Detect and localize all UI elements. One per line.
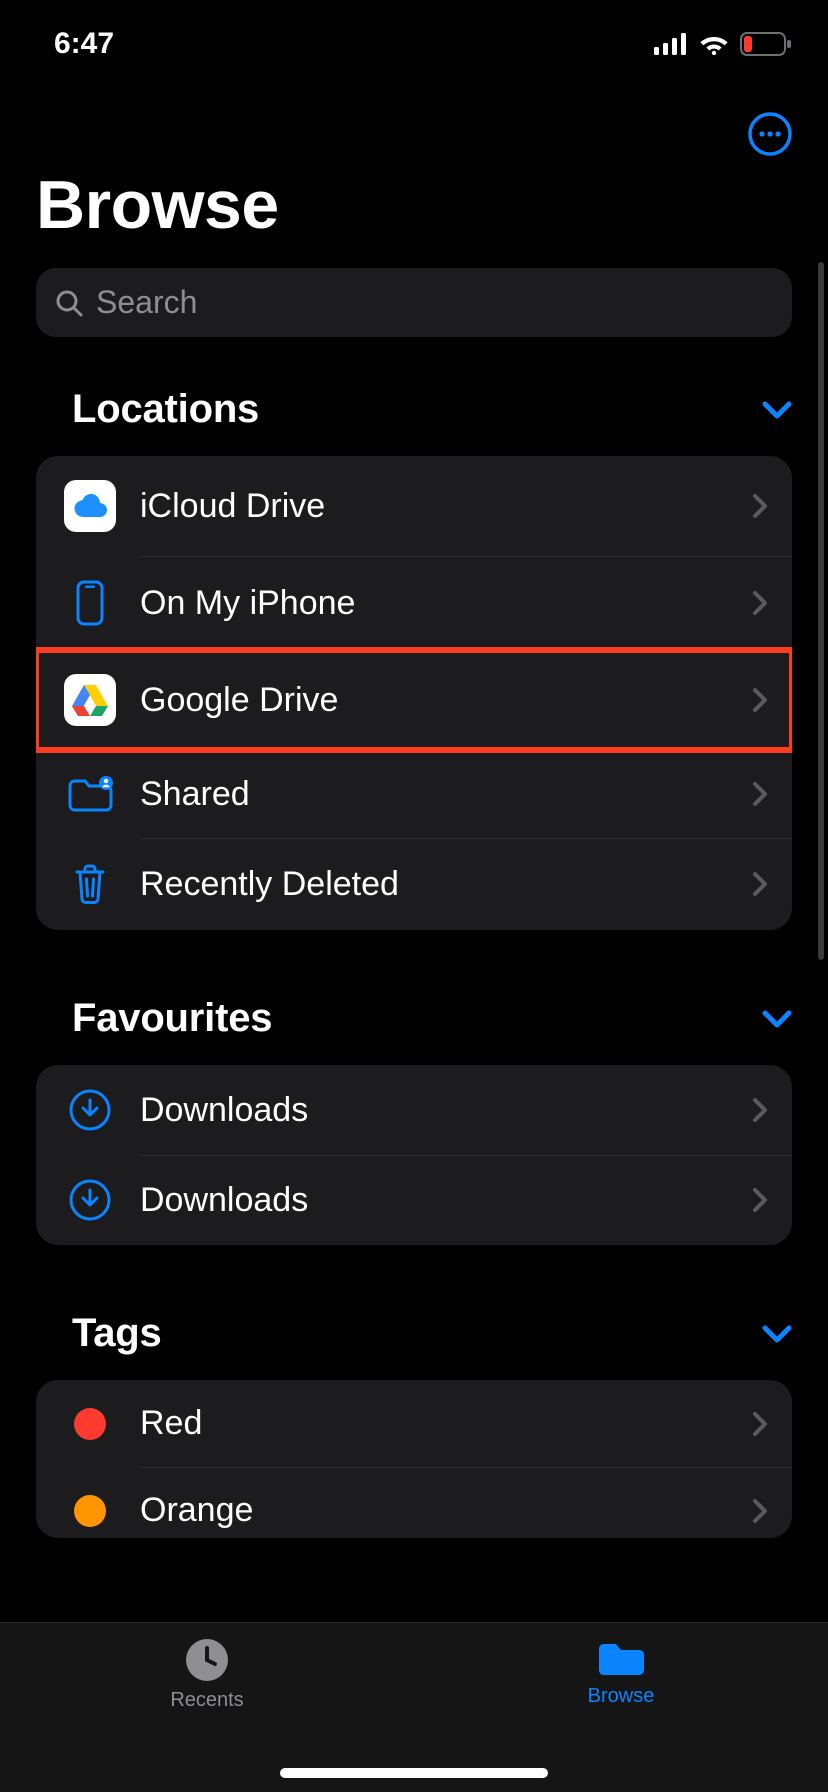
chevron-right-icon [752,1411,768,1437]
tags-title: Tags [72,1311,162,1356]
location-label: iCloud Drive [140,487,728,526]
ellipsis-circle-icon [748,112,792,156]
download-circle-icon [64,1179,116,1221]
search-input[interactable] [96,284,774,321]
location-icloud-drive[interactable]: iCloud Drive [36,456,792,556]
search-icon [54,288,84,318]
favourite-label: Downloads [140,1091,728,1130]
chevron-right-icon [752,493,768,519]
clock-icon [184,1637,230,1683]
tag-dot-icon [74,1495,106,1527]
location-google-drive[interactable]: Google Drive [36,650,792,750]
status-time: 6:47 [54,27,114,61]
chevron-right-icon [752,1498,768,1524]
tag-label: Orange [140,1491,728,1530]
wifi-icon [698,33,730,55]
locations-group: iCloud Drive On My iPhone [36,456,792,930]
scrollbar[interactable] [818,262,824,960]
chevron-right-icon [752,871,768,897]
chevron-right-icon [752,781,768,807]
search-field[interactable] [36,268,792,337]
tab-label: Browse [588,1685,655,1708]
tag-dot-icon [74,1408,106,1440]
trash-icon [64,862,116,906]
location-label: Shared [140,775,728,814]
cellular-icon [654,33,688,55]
locations-header[interactable]: Locations [0,377,828,456]
tab-label: Recents [170,1689,243,1712]
chevron-down-icon [762,1325,792,1343]
tag-label: Red [140,1404,728,1443]
location-label: On My iPhone [140,584,728,623]
location-label: Google Drive [140,681,728,720]
favourites-group: Downloads Downloads [36,1065,792,1245]
favourite-downloads[interactable]: Downloads [36,1155,792,1245]
favourites-title: Favourites [72,996,272,1041]
chevron-down-icon [762,1010,792,1028]
chevron-right-icon [752,590,768,616]
chevron-right-icon [752,1187,768,1213]
battery-low-icon [740,32,792,56]
chevron-right-icon [752,687,768,713]
favourites-header[interactable]: Favourites [0,986,828,1065]
download-circle-icon [64,1089,116,1131]
favourite-label: Downloads [140,1181,728,1220]
tag-orange[interactable]: Orange [36,1467,792,1538]
location-label: Recently Deleted [140,865,728,904]
location-recently-deleted[interactable]: Recently Deleted [36,838,792,930]
locations-title: Locations [72,387,259,432]
tags-group: Red Orange [36,1380,792,1538]
icloud-icon [64,480,116,532]
more-options-button[interactable] [748,112,792,156]
tag-red[interactable]: Red [36,1380,792,1467]
folder-icon [595,1637,647,1679]
favourite-downloads[interactable]: Downloads [36,1065,792,1155]
chevron-down-icon [762,401,792,419]
location-on-my-iphone[interactable]: On My iPhone [36,556,792,650]
tags-header[interactable]: Tags [0,1301,828,1380]
iphone-icon [64,580,116,626]
chevron-right-icon [752,1097,768,1123]
tab-bar: Recents Browse [0,1622,828,1792]
google-drive-icon [64,674,116,726]
status-bar: 6:47 [0,0,828,88]
home-indicator[interactable] [280,1768,548,1778]
status-icons [654,32,792,56]
shared-folder-icon [64,774,116,814]
page-title: Browse [0,166,828,268]
location-shared[interactable]: Shared [36,750,792,838]
